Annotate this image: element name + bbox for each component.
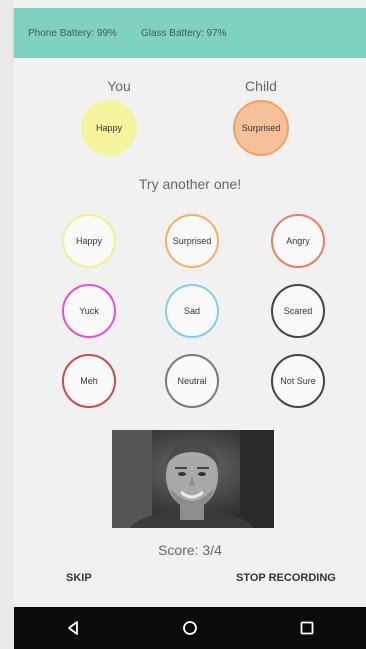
status-bar: Phone Battery: 99% Glass Battery: 97% (14, 8, 366, 58)
emotion-angry-button[interactable]: Angry (271, 214, 325, 268)
emotion-meh-button[interactable]: Meh (62, 354, 116, 408)
left-edge (0, 0, 14, 649)
home-circle-icon (183, 621, 197, 635)
child-emotion-circle: Surprised (233, 100, 289, 156)
emotion-label: Surprised (172, 236, 212, 246)
emotion-neutral-button[interactable]: Neutral (165, 354, 219, 408)
skip-button[interactable]: SKIP (66, 572, 92, 584)
emotion-label: Yuck (79, 306, 99, 316)
back-triangle-icon (67, 621, 78, 635)
back-button[interactable] (53, 613, 93, 643)
you-label: You (107, 78, 131, 94)
emotion-label: Not Sure (280, 376, 316, 386)
home-button[interactable] (170, 613, 210, 643)
stop-recording-button[interactable]: STOP RECORDING (236, 572, 336, 584)
emotion-label: Happy (75, 236, 102, 246)
emotion-scared-button[interactable]: Scared (271, 284, 325, 338)
recents-button[interactable] (287, 613, 327, 643)
emotion-sad-button[interactable]: Sad (165, 284, 219, 338)
emotion-happy-button[interactable]: Happy (62, 214, 116, 268)
emotion-label: Scared (283, 306, 313, 316)
face-photo (112, 430, 274, 528)
emotion-yuck-button[interactable]: Yuck (62, 284, 116, 338)
emotion-surprised-button[interactable]: Surprised (165, 214, 219, 268)
glass-battery: Glass Battery: 97% (140, 27, 227, 39)
recents-square-icon (300, 621, 314, 635)
score-text: Score: 3/4 (158, 542, 222, 558)
phone-battery: Phone Battery: 99% (28, 27, 117, 39)
emotion-not-sure-button[interactable]: Not Sure (271, 354, 325, 408)
emotion-label: Neutral (177, 376, 207, 386)
child-label: Child (245, 78, 277, 94)
main-screen: You Child Happy Surprised Try another on… (14, 58, 366, 607)
prompt-text: Try another one! (138, 176, 242, 192)
navigation-bar (14, 607, 366, 649)
you-emotion-circle: Happy (81, 100, 137, 156)
emotion-label: Meh (80, 376, 98, 386)
emotion-label: Sad (183, 306, 200, 316)
emotion-label: Angry (286, 236, 310, 246)
camera-preview (112, 430, 274, 528)
